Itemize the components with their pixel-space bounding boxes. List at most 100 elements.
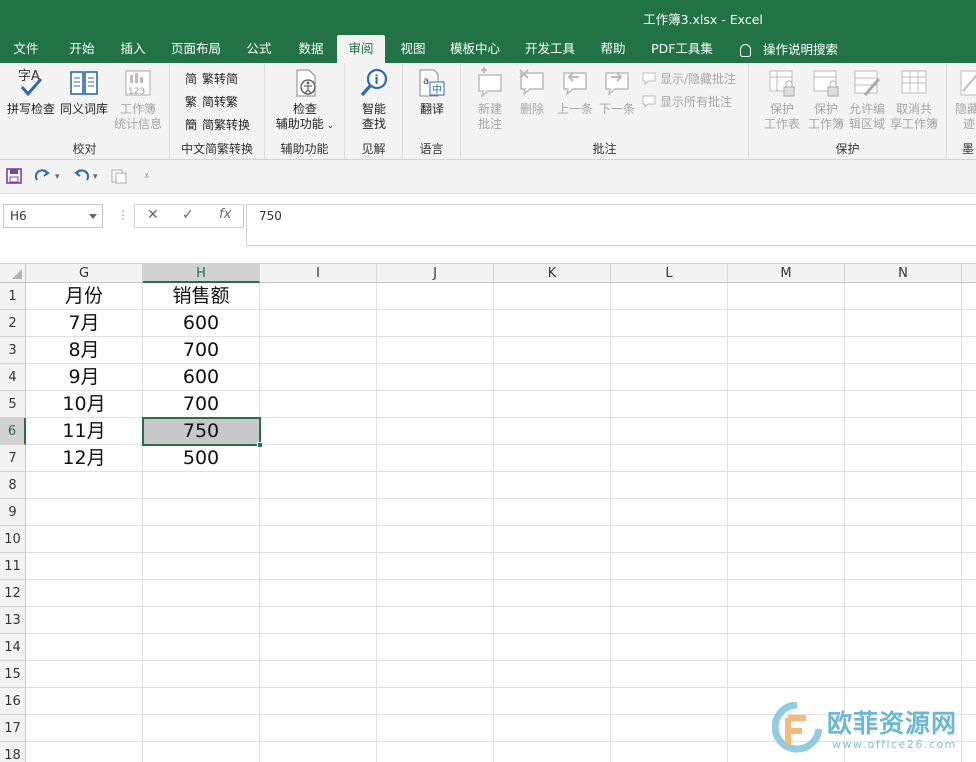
check-accessibility-button[interactable]: 检查 辅助功能 ⌄ xyxy=(271,67,339,134)
show-all-comments-button[interactable]: 显示所有批注 xyxy=(641,94,732,110)
cell-j12[interactable] xyxy=(377,580,494,607)
tab-help[interactable]: 帮助 xyxy=(592,35,634,63)
cell-n7[interactable] xyxy=(845,445,962,472)
cell-j5[interactable] xyxy=(377,391,494,418)
select-all-button[interactable] xyxy=(0,264,26,283)
cell-l18[interactable] xyxy=(611,742,728,762)
cell-n14[interactable] xyxy=(845,634,962,661)
tab-formulas[interactable]: 公式 xyxy=(236,35,282,63)
smart-lookup-button[interactable]: i 智能 查找 xyxy=(350,67,398,132)
cell-m5[interactable] xyxy=(728,391,845,418)
tab-page-layout[interactable]: 页面布局 xyxy=(163,35,229,63)
cell-k1[interactable] xyxy=(494,283,611,310)
row-header-10[interactable]: 10 xyxy=(0,526,26,553)
cell-h17[interactable] xyxy=(143,715,260,742)
cell-j3[interactable] xyxy=(377,337,494,364)
tab-template-center[interactable]: 模板中心 xyxy=(443,35,507,63)
cell-k7[interactable] xyxy=(494,445,611,472)
thesaurus-button[interactable]: 同义词库 xyxy=(58,67,110,117)
formula-input[interactable]: 750 xyxy=(246,204,976,246)
cell-i9[interactable] xyxy=(260,499,377,526)
cell-h14[interactable] xyxy=(143,634,260,661)
workbook-statistics-button[interactable]: 123 工作簿 统计信息 xyxy=(110,67,166,132)
cell-l6[interactable] xyxy=(611,418,728,445)
cell-h4[interactable]: 600 xyxy=(143,364,260,391)
cell-h2[interactable]: 600 xyxy=(143,310,260,337)
delete-comment-button[interactable]: 删除 xyxy=(511,67,553,117)
cell-g5[interactable]: 10月 xyxy=(26,391,143,418)
column-header-m[interactable]: M xyxy=(728,264,845,283)
chinese-conversion-button[interactable]: 簡 简繁转换 xyxy=(183,117,250,133)
tab-file[interactable]: 文件 xyxy=(2,35,50,63)
cell-h3[interactable]: 700 xyxy=(143,337,260,364)
cell-g10[interactable] xyxy=(26,526,143,553)
redo-icon[interactable] xyxy=(34,168,52,186)
row-header-2[interactable]: 2 xyxy=(0,310,26,337)
cell-g8[interactable] xyxy=(26,472,143,499)
cell-k2[interactable] xyxy=(494,310,611,337)
cell-k16[interactable] xyxy=(494,688,611,715)
cell-h15[interactable] xyxy=(143,661,260,688)
cell-m15[interactable] xyxy=(728,661,845,688)
cell-o14[interactable] xyxy=(962,634,976,661)
cell-k17[interactable] xyxy=(494,715,611,742)
cell-n8[interactable] xyxy=(845,472,962,499)
cell-o3[interactable] xyxy=(962,337,976,364)
cell-g7[interactable]: 12月 xyxy=(26,445,143,472)
cell-g1[interactable]: 月份 xyxy=(26,283,143,310)
cell-i2[interactable] xyxy=(260,310,377,337)
cell-h5[interactable]: 700 xyxy=(143,391,260,418)
cell-i8[interactable] xyxy=(260,472,377,499)
cell-m12[interactable] xyxy=(728,580,845,607)
redo-dropdown-icon[interactable]: ▾ xyxy=(55,168,60,186)
cell-g2[interactable]: 7月 xyxy=(26,310,143,337)
row-header-12[interactable]: 12 xyxy=(0,580,26,607)
tab-review[interactable]: 审阅 xyxy=(337,35,385,63)
cell-h7[interactable]: 500 xyxy=(143,445,260,472)
new-comment-button[interactable]: 新建 批注 xyxy=(467,67,513,132)
cell-i15[interactable] xyxy=(260,661,377,688)
cell-l9[interactable] xyxy=(611,499,728,526)
name-box[interactable]: H6 xyxy=(3,204,103,228)
cell-i6[interactable] xyxy=(260,418,377,445)
fill-handle[interactable] xyxy=(257,442,263,448)
worksheet-grid[interactable]: GHIJKLMN 1 2 3 4 5 6 7 8 9 10 11 12 13 14 15 16 17 18 月份销… xyxy=(0,263,976,762)
cell-l7[interactable] xyxy=(611,445,728,472)
row-header-16[interactable]: 16 xyxy=(0,688,26,715)
cell-g4[interactable]: 9月 xyxy=(26,364,143,391)
row-header-6[interactable]: 6 xyxy=(0,418,26,445)
cell-m2[interactable] xyxy=(728,310,845,337)
row-header-4[interactable]: 4 xyxy=(0,364,26,391)
cell-l17[interactable] xyxy=(611,715,728,742)
cell-o5[interactable] xyxy=(962,391,976,418)
row-header-18[interactable]: 18 xyxy=(0,742,26,762)
spelling-button[interactable]: 字A 拼写检查 xyxy=(5,67,57,117)
column-header-j[interactable]: J xyxy=(377,264,494,283)
row-header-1[interactable]: 1 xyxy=(0,283,26,310)
cell-m4[interactable] xyxy=(728,364,845,391)
cell-j2[interactable] xyxy=(377,310,494,337)
chevron-down-icon[interactable] xyxy=(89,214,97,219)
protect-workbook-button[interactable]: 保护 工作簿 xyxy=(803,67,849,132)
cell-h18[interactable] xyxy=(143,742,260,762)
cell-k3[interactable] xyxy=(494,337,611,364)
cell-m1[interactable] xyxy=(728,283,845,310)
cell-i18[interactable] xyxy=(260,742,377,762)
insert-function-icon[interactable]: fx xyxy=(219,207,231,222)
cell-i16[interactable] xyxy=(260,688,377,715)
enter-icon[interactable]: ✓ xyxy=(182,207,194,223)
translate-button[interactable]: a中 翻译 xyxy=(408,67,456,117)
cell-i13[interactable] xyxy=(260,607,377,634)
cell-m7[interactable] xyxy=(728,445,845,472)
cell-k18[interactable] xyxy=(494,742,611,762)
cell-i4[interactable] xyxy=(260,364,377,391)
cell-k9[interactable] xyxy=(494,499,611,526)
cell-k14[interactable] xyxy=(494,634,611,661)
cell-n1[interactable] xyxy=(845,283,962,310)
column-header-k[interactable]: K xyxy=(494,264,611,283)
cell-o6[interactable] xyxy=(962,418,976,445)
allow-edit-ranges-button[interactable]: 允许编 辑区域 xyxy=(845,67,889,132)
cell-o13[interactable] xyxy=(962,607,976,634)
cell-n13[interactable] xyxy=(845,607,962,634)
cell-l8[interactable] xyxy=(611,472,728,499)
